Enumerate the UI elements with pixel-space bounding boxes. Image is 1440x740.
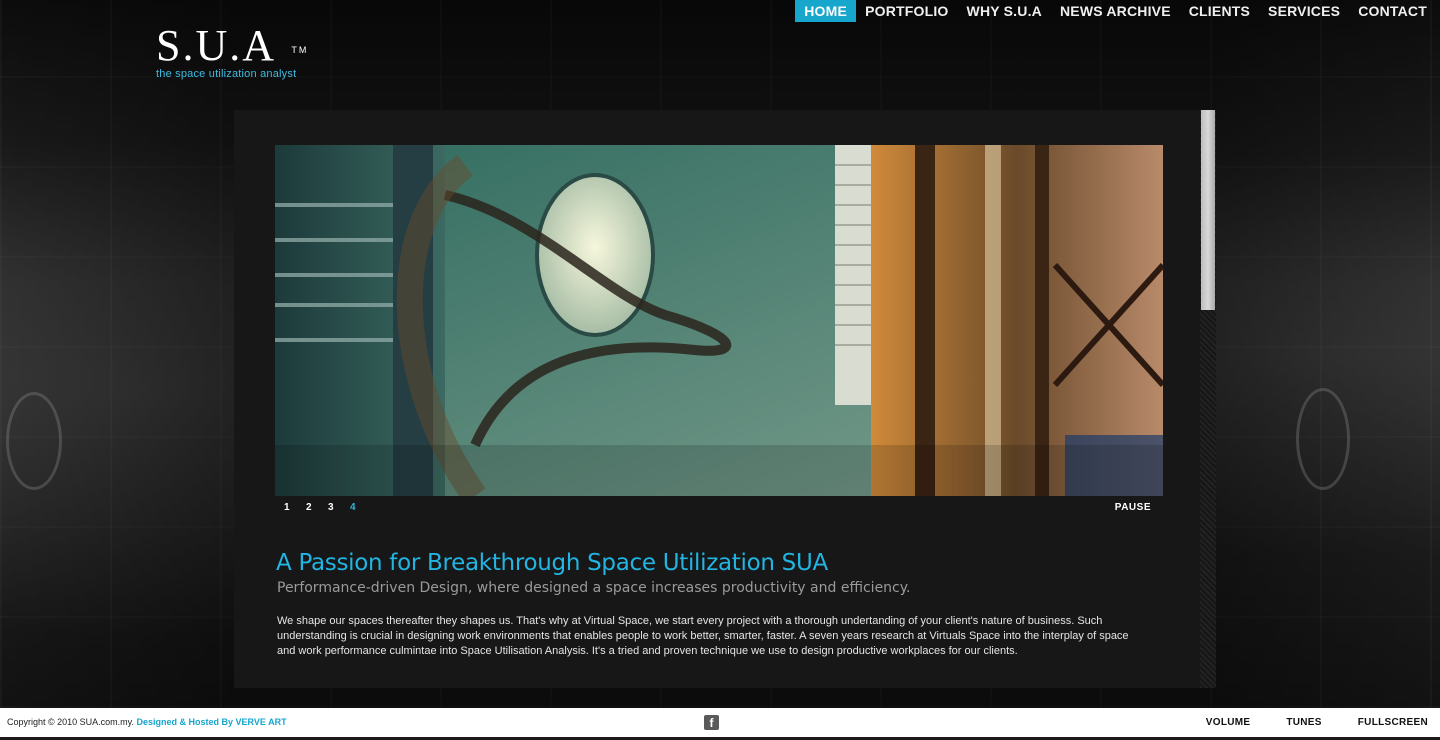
page: S.U.A TM the space utilization analyst HO… [0, 0, 1440, 740]
background-window-right [1296, 388, 1350, 490]
slideshow-controls: 1 2 3 4 PAUSE [275, 502, 1163, 518]
site-logo[interactable]: S.U.A TM the space utilization analyst [156, 21, 306, 81]
facebook-icon[interactable]: f [704, 715, 719, 730]
copyright: Copyright © 2010 SUA.com.my. Designed & … [7, 717, 287, 727]
pager-1[interactable]: 1 [284, 502, 306, 513]
pager-4[interactable]: 4 [350, 502, 372, 513]
fullscreen-button[interactable]: FULLSCREEN [1358, 717, 1428, 728]
intro-paragraph: We shape our spaces thereafter they shap… [277, 615, 1129, 657]
nav-why-sua[interactable]: WHY S.U.A [958, 0, 1051, 22]
main-nav: HOME PORTFOLIO WHY S.U.A NEWS ARCHIVE CL… [795, 0, 1436, 22]
slideshow-image [275, 145, 1163, 496]
pause-button[interactable]: PAUSE [1115, 502, 1151, 513]
copyright-text: Copyright © 2010 SUA.com.my. [7, 717, 135, 727]
logo-trademark: TM [291, 45, 309, 55]
slideshow-pager: 1 2 3 4 [284, 502, 372, 513]
nav-clients[interactable]: CLIENTS [1180, 0, 1259, 22]
panel-scrollbar[interactable] [1200, 110, 1216, 688]
volume-button[interactable]: VOLUME [1206, 717, 1251, 728]
background-window-left [6, 392, 62, 490]
footer-bar: Copyright © 2010 SUA.com.my. Designed & … [0, 708, 1440, 740]
page-subhead: Performance-driven Design, where designe… [277, 580, 911, 596]
logo-mark: S.U.A TM [156, 21, 306, 70]
pager-2[interactable]: 2 [306, 502, 328, 513]
nav-contact[interactable]: CONTACT [1349, 0, 1436, 22]
nav-home[interactable]: HOME [795, 0, 857, 22]
tunes-button[interactable]: TUNES [1286, 717, 1321, 728]
footer-controls: VOLUME TUNES FULLSCREEN [1170, 717, 1428, 728]
nav-news-archive[interactable]: NEWS ARCHIVE [1051, 0, 1180, 22]
page-headline: A Passion for Breakthrough Space Utiliza… [276, 550, 828, 576]
credit-link[interactable]: Designed & Hosted By VERVE ART [137, 717, 287, 727]
slide-illustration [275, 145, 1163, 496]
nav-services[interactable]: SERVICES [1259, 0, 1349, 22]
scrollbar-thumb[interactable] [1201, 110, 1215, 310]
pager-3[interactable]: 3 [328, 502, 350, 513]
logo-text: S.U.A [156, 21, 277, 70]
nav-portfolio[interactable]: PORTFOLIO [856, 0, 957, 22]
